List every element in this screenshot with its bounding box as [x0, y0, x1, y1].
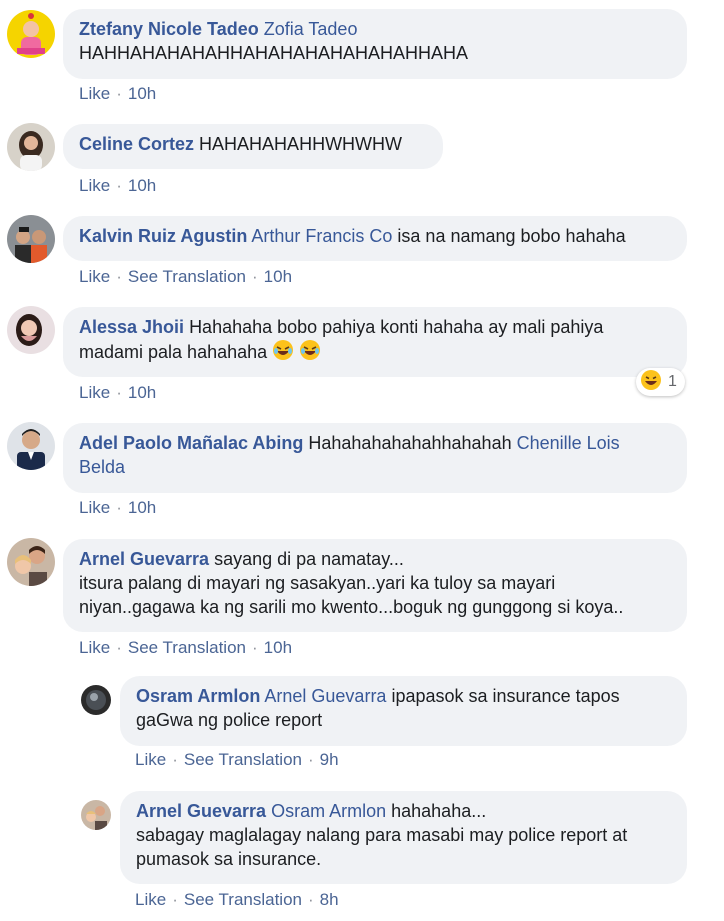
- comment-bubble: Ztefany Nicole Tadeo Zofia Tadeo HAHHAHA…: [63, 9, 687, 79]
- comment-text: isa na namang bobo hahaha: [397, 226, 626, 246]
- reply-actions: Like · See Translation · 8h: [135, 890, 339, 909]
- reaction-count[interactable]: 1: [636, 368, 685, 396]
- avatar[interactable]: [7, 10, 55, 58]
- reply-text-line: gaGwa ng police report: [136, 710, 323, 730]
- tagged-user[interactable]: Zofia Tadeo: [264, 19, 358, 39]
- comment-text-line: niyan..gagawa ka ng sarili mo kwento...b…: [79, 597, 624, 617]
- like-link[interactable]: Like: [135, 890, 166, 909]
- avatar[interactable]: [7, 422, 55, 470]
- comment-text: HAHAHAHAHHWHWHW: [199, 134, 403, 154]
- timestamp[interactable]: 10h: [128, 498, 156, 517]
- timestamp[interactable]: 10h: [264, 638, 292, 657]
- like-link[interactable]: Like: [135, 750, 166, 769]
- avatar[interactable]: [7, 306, 55, 354]
- tagged-user[interactable]: Chenille Lois: [517, 433, 620, 453]
- reply-bubble: Arnel Guevarra Osram Armlon hahahaha... …: [120, 791, 687, 884]
- comment-actions: Like · See Translation · 10h: [79, 638, 293, 657]
- comment-bubble: Kalvin Ruiz Agustin Arthur Francis Co is…: [63, 216, 687, 261]
- timestamp[interactable]: 10h: [128, 176, 156, 195]
- comment-author[interactable]: Kalvin Ruiz Agustin: [79, 226, 247, 246]
- timestamp[interactable]: 9h: [320, 750, 339, 769]
- rolling-laughing-emoji-icon: [272, 339, 294, 367]
- reply-actions: Like · See Translation · 9h: [135, 750, 339, 769]
- comment-actions: Like · See Translation · 10h: [79, 267, 293, 286]
- reply-author[interactable]: Arnel Guevarra: [136, 801, 266, 821]
- timestamp[interactable]: 10h: [128, 84, 156, 103]
- reply-text-line: sabagay maglalagay nalang para masabi ma…: [136, 825, 628, 845]
- tagged-user-continued[interactable]: Belda: [79, 457, 125, 477]
- rolling-laughing-emoji-icon: [299, 339, 321, 367]
- tagged-user[interactable]: Osram Armlon: [271, 801, 386, 821]
- comment-author[interactable]: Celine Cortez: [79, 134, 194, 154]
- reply-text: ipapasok sa insurance tapos: [391, 686, 620, 706]
- comment-author[interactable]: Ztefany Nicole Tadeo: [79, 19, 259, 39]
- comment-text: Hahahahahahahhahahah: [308, 433, 512, 453]
- see-translation-link[interactable]: See Translation: [128, 638, 246, 657]
- timestamp[interactable]: 10h: [128, 383, 156, 402]
- tagged-user[interactable]: Arthur Francis Co: [251, 226, 392, 246]
- comment-actions: Like · 10h: [79, 176, 157, 195]
- like-link[interactable]: Like: [79, 176, 110, 195]
- like-link[interactable]: Like: [79, 267, 110, 286]
- like-link[interactable]: Like: [79, 638, 110, 657]
- avatar[interactable]: [81, 685, 111, 715]
- comment-actions: Like · 10h: [79, 383, 157, 402]
- avatar[interactable]: [7, 215, 55, 263]
- reply-author[interactable]: Osram Armlon: [136, 686, 260, 706]
- tagged-user[interactable]: Arnel Guevarra: [264, 686, 386, 706]
- see-translation-link[interactable]: See Translation: [184, 890, 302, 909]
- like-link[interactable]: Like: [79, 498, 110, 517]
- reply-bubble: Osram Armlon Arnel Guevarra ipapasok sa …: [120, 676, 687, 746]
- like-link[interactable]: Like: [79, 383, 110, 402]
- comment-bubble: Celine Cortez HAHAHAHAHHWHWHW: [63, 124, 443, 169]
- comment-text: sayang di pa namatay...: [214, 549, 404, 569]
- comment-bubble: Adel Paolo Mañalac Abing Hahahahahahahha…: [63, 423, 687, 493]
- comment-text-line: madami pala hahahaha: [79, 342, 268, 362]
- reply-text-line: pumasok sa insurance.: [136, 849, 322, 869]
- like-link[interactable]: Like: [79, 84, 110, 103]
- comment-bubble: Alessa Jhoii Hahahaha bobo pahiya konti …: [63, 307, 687, 377]
- see-translation-link[interactable]: See Translation: [184, 750, 302, 769]
- timestamp[interactable]: 10h: [264, 267, 292, 286]
- comment-author[interactable]: Alessa Jhoii: [79, 317, 184, 337]
- comment-actions: Like · 10h: [79, 498, 157, 517]
- comment-bubble: Arnel Guevarra sayang di pa namatay... i…: [63, 539, 687, 632]
- laugh-emoji-icon: [640, 369, 662, 396]
- comment-text: HAHHAHAHAHAHHAHAHAHAHAHAHAHHAHA: [79, 43, 469, 63]
- avatar[interactable]: [81, 800, 111, 830]
- avatar[interactable]: [7, 538, 55, 586]
- reaction-count-value: 1: [668, 373, 677, 390]
- timestamp[interactable]: 8h: [320, 890, 339, 909]
- comment-author[interactable]: Arnel Guevarra: [79, 549, 209, 569]
- comment-author[interactable]: Adel Paolo Mañalac Abing: [79, 433, 303, 453]
- comment-text-line: itsura palang di mayari ng sasakyan..yar…: [79, 573, 556, 593]
- see-translation-link[interactable]: See Translation: [128, 267, 246, 286]
- avatar[interactable]: [7, 123, 55, 171]
- comment-text: Hahahaha bobo pahiya konti hahaha ay mal…: [189, 317, 604, 337]
- reply-text: hahahaha...: [391, 801, 487, 821]
- comment-actions: Like · 10h: [79, 84, 157, 103]
